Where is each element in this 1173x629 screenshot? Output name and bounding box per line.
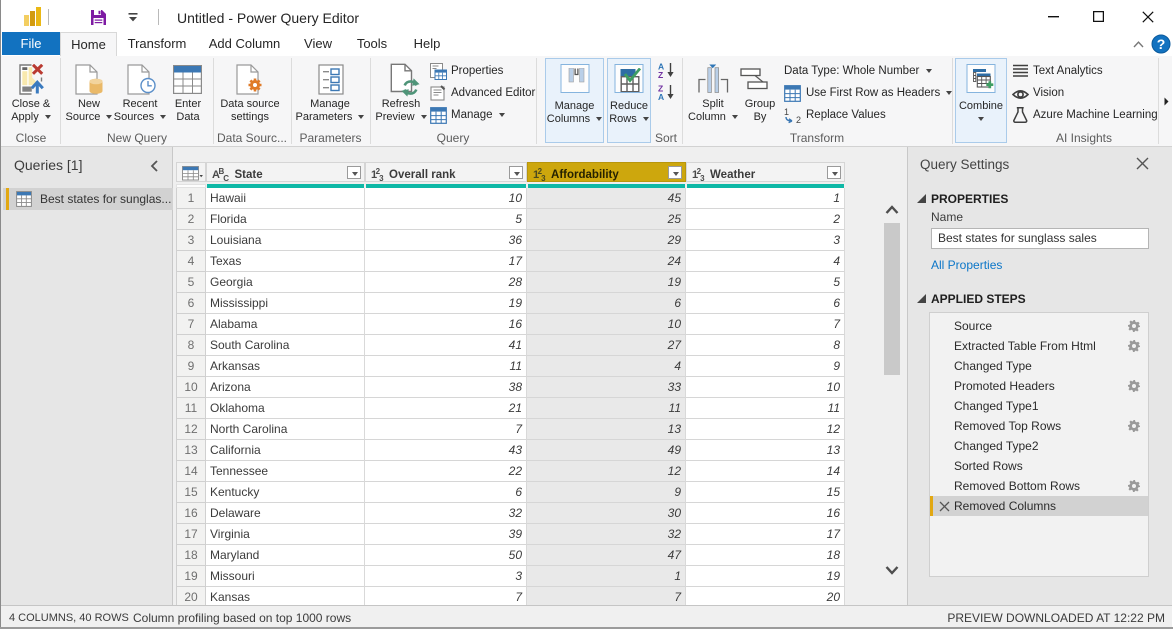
svg-text:1: 1 xyxy=(784,107,789,117)
svg-text:?: ? xyxy=(1157,36,1166,52)
svg-text:A: A xyxy=(658,92,664,101)
svg-text:Z: Z xyxy=(658,70,663,79)
svg-text:2: 2 xyxy=(796,115,801,124)
